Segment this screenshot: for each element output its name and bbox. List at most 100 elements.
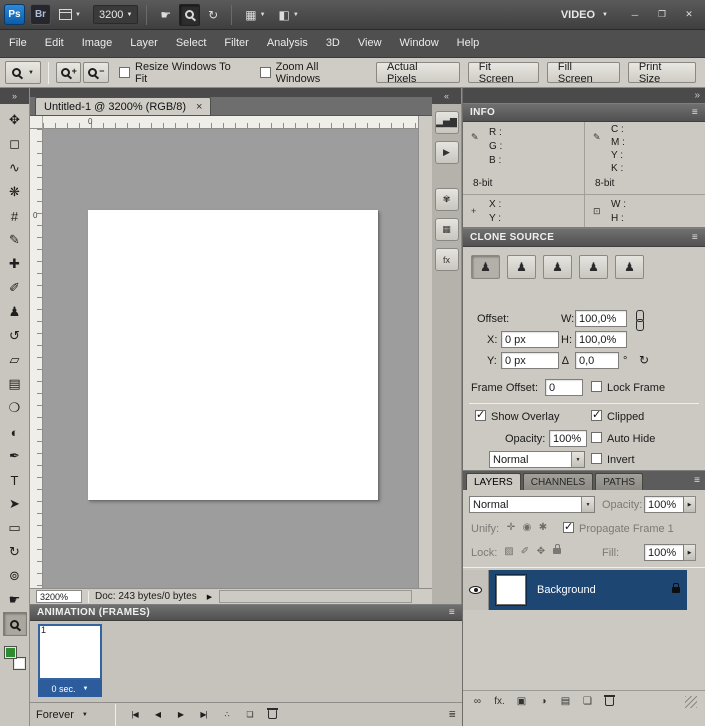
- frame-offset-input[interactable]: 0: [545, 379, 583, 396]
- menu-layer[interactable]: Layer: [121, 30, 167, 57]
- history-brush-tool[interactable]: ↺: [3, 324, 27, 348]
- menu-analysis[interactable]: Analysis: [258, 30, 317, 57]
- lasso-tool[interactable]: ∿: [3, 156, 27, 180]
- horizontal-ruler[interactable]: 0: [43, 116, 418, 129]
- add-layer-mask-button[interactable]: ▣: [515, 694, 528, 710]
- new-layer-button[interactable]: ❏: [581, 694, 594, 710]
- vertical-scrollbar[interactable]: [418, 116, 432, 588]
- frame-delay-select[interactable]: 0 sec.: [38, 680, 102, 697]
- menu-file[interactable]: File: [0, 30, 36, 57]
- zoom-out-button[interactable]: −: [83, 62, 110, 83]
- photoshop-app-icon[interactable]: Ps: [4, 4, 25, 25]
- angle-input[interactable]: 0,0: [575, 352, 619, 369]
- dodge-tool[interactable]: ◐: [3, 420, 27, 444]
- path-selection-tool[interactable]: ➤: [3, 492, 27, 516]
- info-panel-title[interactable]: INFO: [470, 107, 495, 118]
- opacity-input[interactable]: 100%: [549, 430, 587, 447]
- artboard[interactable]: [88, 210, 378, 500]
- next-frame-button[interactable]: ▶|: [192, 705, 215, 724]
- panel-menu-icon[interactable]: ≡: [692, 107, 698, 118]
- color-panel-icon[interactable]: ✾: [434, 188, 459, 211]
- zoom-tool[interactable]: [2, 612, 27, 636]
- delete-layer-button[interactable]: [603, 694, 616, 710]
- canvas-area[interactable]: [43, 129, 418, 588]
- lock-frame-checkbox[interactable]: [591, 381, 602, 392]
- zoom-tool-button[interactable]: [179, 3, 201, 26]
- eraser-tool[interactable]: ▱: [3, 348, 27, 372]
- clone-source-2-button[interactable]: ♟: [507, 255, 536, 279]
- y-input[interactable]: 0 px: [501, 352, 559, 369]
- animation-frame-1[interactable]: 1 0 sec.: [38, 624, 106, 699]
- print-size-button[interactable]: Print Size: [627, 61, 696, 85]
- convert-to-timeline-button[interactable]: ≣: [448, 709, 456, 720]
- minimize-button[interactable]: ─: [623, 6, 647, 24]
- overlay-blend-mode-select[interactable]: Normal: [489, 451, 585, 468]
- rotate-view-button[interactable]: ↻: [203, 4, 223, 26]
- new-group-button[interactable]: ▤: [559, 694, 572, 710]
- auto-hide-checkbox[interactable]: [591, 432, 602, 443]
- play-button[interactable]: ▶: [169, 705, 192, 724]
- opacity-input[interactable]: 100%: [644, 496, 684, 513]
- workspace-switcher[interactable]: VIDEO: [561, 9, 620, 21]
- delete-frame-button[interactable]: [261, 705, 284, 724]
- panel-menu-icon[interactable]: ≡: [694, 475, 700, 486]
- h-input[interactable]: 100,0%: [575, 331, 627, 348]
- actions-panel-icon[interactable]: ▶: [434, 141, 459, 164]
- launch-bridge-button[interactable]: Br: [30, 4, 51, 25]
- link-icon[interactable]: [635, 310, 644, 332]
- zoom-all-windows-checkbox[interactable]: Zoom All Windows: [259, 61, 364, 85]
- w-input[interactable]: 100,0%: [575, 310, 627, 327]
- unify-style-button[interactable]: ✱: [535, 520, 551, 534]
- arrange-documents-button[interactable]: ▦: [240, 4, 270, 26]
- checkbox[interactable]: [119, 67, 131, 78]
- layer-name[interactable]: Background: [537, 584, 596, 596]
- blur-tool[interactable]: ❍: [3, 396, 27, 420]
- vertical-ruler[interactable]: 0: [30, 129, 43, 588]
- panel-menu-icon[interactable]: ≡: [449, 607, 455, 618]
- histogram-panel-icon[interactable]: ▂▅▇: [434, 111, 459, 134]
- new-adjustment-layer-button[interactable]: ◑: [537, 694, 550, 710]
- frame-thumbnail[interactable]: [38, 624, 102, 680]
- menu-filter[interactable]: Filter: [215, 30, 257, 57]
- crop-tool[interactable]: #: [3, 204, 27, 228]
- 3d-rotate-tool[interactable]: ↻: [3, 540, 27, 564]
- menu-edit[interactable]: Edit: [36, 30, 73, 57]
- panel-menu-icon[interactable]: ≡: [692, 232, 698, 243]
- clone-source-3-button[interactable]: ♟: [543, 255, 572, 279]
- zoom-level-input[interactable]: 3200: [92, 5, 139, 24]
- shape-tool[interactable]: ▭: [3, 516, 27, 540]
- close-button[interactable]: ✕: [677, 6, 701, 24]
- menu-help[interactable]: Help: [448, 30, 489, 57]
- link-layers-button[interactable]: ∞: [471, 694, 484, 710]
- resize-grip[interactable]: [685, 695, 697, 708]
- lock-transparency-button[interactable]: ▨: [501, 544, 517, 558]
- slider-arrow-icon[interactable]: [684, 496, 696, 513]
- screen-mode-button[interactable]: ◧: [274, 4, 304, 26]
- dock-collapse-strip[interactable]: «: [432, 88, 461, 104]
- fit-screen-button[interactable]: Fit Screen: [467, 61, 539, 85]
- clipped-checkbox[interactable]: [591, 408, 602, 421]
- menu-image[interactable]: Image: [73, 30, 122, 57]
- duplicate-frame-button[interactable]: ❏: [238, 705, 261, 724]
- show-overlay-checkbox[interactable]: [475, 408, 486, 421]
- loop-select[interactable]: Forever: [36, 709, 108, 721]
- fill-control[interactable]: 100%: [644, 544, 696, 561]
- x-input[interactable]: 0 px: [501, 331, 559, 348]
- unify-visibility-button[interactable]: ◉: [519, 520, 535, 534]
- eyedropper-tool[interactable]: ✎: [3, 228, 27, 252]
- document-tab[interactable]: Untitled-1 @ 3200% (RGB/8) ×: [35, 97, 212, 115]
- fill-input[interactable]: 100%: [644, 544, 684, 561]
- layer-blend-mode-select[interactable]: Normal: [469, 496, 595, 513]
- menu-window[interactable]: Window: [391, 30, 448, 57]
- foreground-color-swatch[interactable]: [3, 646, 17, 659]
- tween-button[interactable]: ∴: [215, 705, 238, 724]
- menu-select[interactable]: Select: [167, 30, 216, 57]
- previous-frame-button[interactable]: ◀: [146, 705, 169, 724]
- checkbox[interactable]: [259, 67, 271, 78]
- quick-selection-tool[interactable]: ❋: [3, 180, 27, 204]
- swatches-panel-icon[interactable]: ▦: [434, 218, 459, 241]
- tab-paths[interactable]: PATHS: [595, 473, 644, 490]
- tab-channels[interactable]: CHANNELS: [522, 473, 594, 490]
- view-extras-button[interactable]: [54, 4, 86, 26]
- lock-position-button[interactable]: ✥: [533, 544, 549, 558]
